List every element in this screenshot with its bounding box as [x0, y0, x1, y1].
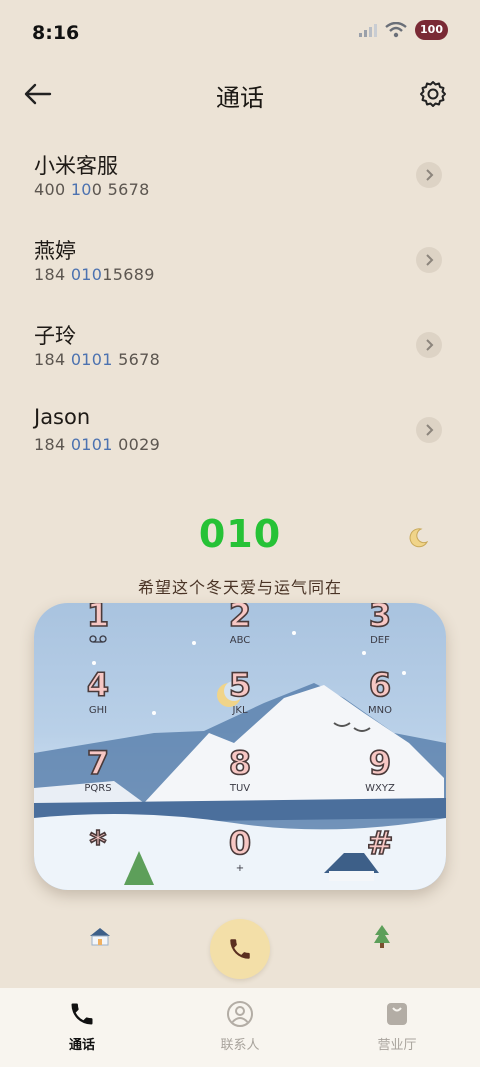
shopping-bag-icon [387, 1003, 407, 1025]
key-letters: ABC [229, 635, 251, 646]
chevron-right-icon [426, 169, 434, 181]
tab-contacts[interactable]: 联系人 [195, 1000, 285, 1053]
key-6[interactable]: 6 MNO [340, 666, 420, 717]
key-digit: 9 [368, 744, 392, 782]
key-letters: WXYZ [365, 783, 395, 794]
key-digit: 7 [86, 744, 110, 782]
key-letters: TUV [229, 783, 251, 794]
list-item[interactable]: 小米客服 400 100 5678 [0, 130, 480, 215]
number-part: 400 [34, 180, 71, 199]
number-part: 184 [34, 435, 71, 454]
key-digit: 0 [228, 824, 252, 862]
contact-name: 子玲 [34, 324, 76, 348]
number-part: 0 5678 [91, 180, 150, 199]
contact-number: 184 0101 0029 [34, 435, 160, 454]
chevron-right-icon [426, 339, 434, 351]
key-letters: GHI [88, 705, 108, 716]
key-digit: 1 [86, 603, 110, 634]
wifi-icon [385, 22, 407, 38]
details-button[interactable] [416, 247, 442, 273]
contact-name: Jason [34, 405, 91, 429]
bottom-nav: 通话 联系人 营业厅 [0, 988, 480, 1067]
chevron-right-icon [426, 254, 434, 266]
list-item[interactable]: 子玲 184 0101 5678 [0, 300, 480, 385]
key-digit: # [366, 824, 394, 862]
phone-icon [230, 939, 250, 959]
key-letters: DEF [370, 635, 390, 646]
status-icons: 100 [359, 20, 448, 40]
number-match: 010 [70, 265, 103, 284]
status-bar: 8:16 100 [0, 0, 480, 64]
contact-name: 小米客服 [34, 154, 118, 178]
house-icon [88, 926, 112, 950]
key-digit: 8 [228, 744, 252, 782]
details-button[interactable] [416, 417, 442, 443]
key-digit: 3 [368, 603, 392, 634]
number-part: 184 [34, 265, 71, 284]
key-letters: MNO [368, 705, 392, 716]
key-letters: JKL [232, 705, 248, 716]
contact-number: 400 100 5678 [34, 180, 150, 199]
number-part: 184 [34, 350, 71, 369]
key-2[interactable]: 2 ABC [200, 603, 280, 647]
gear-icon [420, 81, 446, 107]
number-match: 0101 [70, 435, 113, 454]
chevron-right-icon [426, 424, 434, 436]
header: 通话 [0, 64, 480, 124]
list-item[interactable]: Jason 184 0101 0029 [0, 385, 480, 470]
moon-icon [407, 527, 429, 553]
tab-service-hall[interactable]: 营业厅 [352, 1000, 442, 1053]
key-8[interactable]: 8 TUV [200, 744, 280, 795]
contact-number: 184 0101 5678 [34, 350, 160, 369]
key-letters: PQRS [84, 783, 112, 794]
key-hash[interactable]: # [340, 824, 420, 862]
key-digit: 6 [368, 666, 392, 704]
signal-icon [359, 24, 378, 37]
tab-calls[interactable]: 通话 [37, 1000, 127, 1053]
key-letters: + [235, 863, 245, 874]
tab-label: 通话 [68, 1038, 95, 1053]
settings-button[interactable] [418, 79, 450, 111]
call-button[interactable] [210, 919, 270, 979]
key-9[interactable]: 9 WXYZ [340, 744, 420, 795]
voicemail-icon [58, 635, 138, 647]
contact-number: 184 01015689 [34, 265, 155, 284]
details-button[interactable] [416, 332, 442, 358]
number-part: 5678 [112, 350, 161, 369]
key-1[interactable]: 1 [58, 603, 138, 647]
key-7[interactable]: 7 PQRS [58, 744, 138, 795]
list-item[interactable]: 燕婷 184 01015689 [0, 215, 480, 300]
key-star[interactable]: * [58, 824, 138, 862]
details-button[interactable] [416, 162, 442, 188]
key-5[interactable]: 5 JKL [200, 666, 280, 717]
status-time: 8:16 [32, 22, 80, 44]
key-digit: 4 [86, 666, 110, 704]
dialer-slogan: 希望这个冬天爱与运气同在 [137, 578, 342, 597]
tab-label: 营业厅 [377, 1038, 417, 1053]
number-part: 15689 [102, 265, 155, 284]
phone-icon [71, 1003, 93, 1025]
key-0[interactable]: 0 + [200, 824, 280, 875]
key-digit: * [89, 824, 107, 862]
contact-suggestions: 小米客服 400 100 5678 燕婷 184 01015689 子玲 184… [0, 130, 480, 470]
number-part: 0029 [112, 435, 161, 454]
key-3[interactable]: 3 DEF [340, 603, 420, 647]
key-digit: 5 [228, 666, 252, 704]
person-icon [227, 1001, 253, 1027]
dialpad: 1 2 ABC 3 DEF 4 GHI 5 JKL 6 MNO 7 PQRS 8… [34, 603, 446, 890]
key-digit: 2 [228, 603, 252, 634]
number-match: 0101 [70, 350, 113, 369]
page-title: 通话 [216, 84, 264, 112]
tree-icon [372, 924, 392, 954]
battery-badge: 100 [415, 20, 448, 40]
number-match: 10 [70, 180, 92, 199]
tab-label: 联系人 [220, 1038, 260, 1053]
contact-name: 燕婷 [34, 239, 76, 263]
key-4[interactable]: 4 GHI [58, 666, 138, 717]
